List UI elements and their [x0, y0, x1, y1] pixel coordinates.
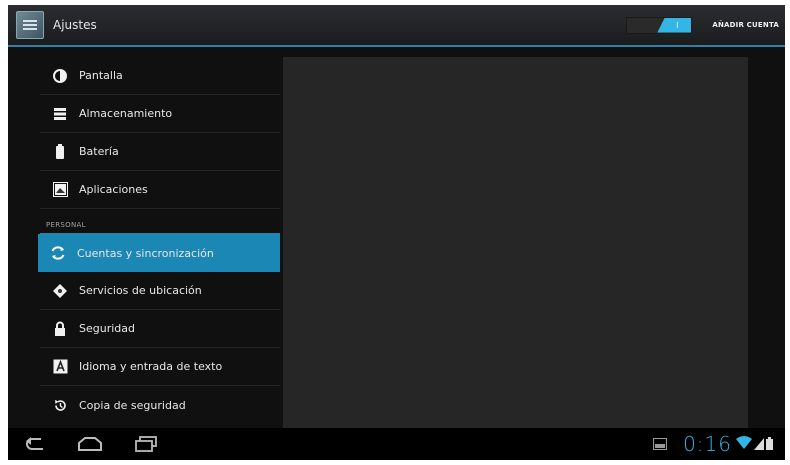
action-bar: Ajustes I AÑADIR CUENTA — [8, 5, 785, 47]
app-title: Ajustes — [53, 18, 97, 32]
wifi-icon — [736, 435, 752, 454]
settings-window: Ajustes I AÑADIR CUENTA Pantalla Almacen… — [8, 5, 785, 460]
section-header-personal: PERSONAL — [40, 209, 280, 234]
battery-icon — [50, 142, 70, 162]
sidebar-item-pantalla[interactable]: Pantalla — [40, 57, 280, 95]
status-clock[interactable]: 0:16 — [683, 432, 732, 456]
backup-icon — [50, 395, 70, 415]
back-icon[interactable] — [16, 432, 52, 456]
lock-icon — [50, 319, 70, 339]
sidebar-item-ubicacion[interactable]: Servicios de ubicación — [40, 272, 280, 310]
screenshot-notification-icon[interactable] — [653, 435, 668, 454]
detail-pane — [283, 57, 748, 429]
sidebar-item-copia[interactable]: Copia de seguridad — [40, 386, 280, 424]
sidebar-item-seguridad[interactable]: Seguridad — [40, 310, 280, 348]
sidebar-item-bateria[interactable]: Batería — [40, 133, 280, 171]
sidebar-item-label: Copia de seguridad — [79, 398, 186, 412]
sidebar-item-almacenamiento[interactable]: Almacenamiento — [40, 95, 280, 133]
recent-apps-icon[interactable] — [128, 432, 164, 456]
sidebar-item-label: Almacenamiento — [79, 107, 173, 120]
sidebar-item-idioma[interactable]: Idioma y entrada de texto — [40, 348, 280, 386]
sidebar-item-label: Seguridad — [79, 322, 135, 335]
home-icon[interactable] — [72, 432, 108, 456]
storage-icon — [50, 104, 70, 124]
apps-icon — [50, 180, 70, 200]
system-bar: 0:16 — [8, 428, 785, 460]
sidebar-item-label: Cuentas y sincronización — [77, 246, 214, 260]
sidebar-item-cuentas[interactable]: Cuentas y sincronización — [38, 234, 280, 272]
brightness-icon — [50, 66, 70, 86]
sidebar-item-aplicaciones[interactable]: Aplicaciones — [40, 171, 280, 209]
sidebar-item-label: Idioma y entrada de texto — [79, 360, 223, 373]
battery-status-icon — [766, 435, 773, 454]
location-icon — [50, 281, 70, 301]
settings-list: Pantalla Almacenamiento Batería Aplicaci… — [38, 57, 280, 427]
add-account-button[interactable]: AÑADIR CUENTA — [712, 21, 779, 29]
toggle-knob: I — [657, 17, 692, 33]
sidebar-item-label: Batería — [79, 145, 119, 158]
account-sync-toggle[interactable]: I — [626, 16, 693, 34]
sidebar-item-label: Servicios de ubicación — [79, 284, 202, 297]
sidebar-item-label: Aplicaciones — [79, 183, 148, 196]
settings-app-icon[interactable] — [16, 11, 44, 39]
language-icon — [50, 357, 70, 377]
sidebar-item-label: Pantalla — [79, 69, 123, 82]
sync-icon — [48, 243, 68, 263]
signal-icon — [754, 435, 764, 454]
